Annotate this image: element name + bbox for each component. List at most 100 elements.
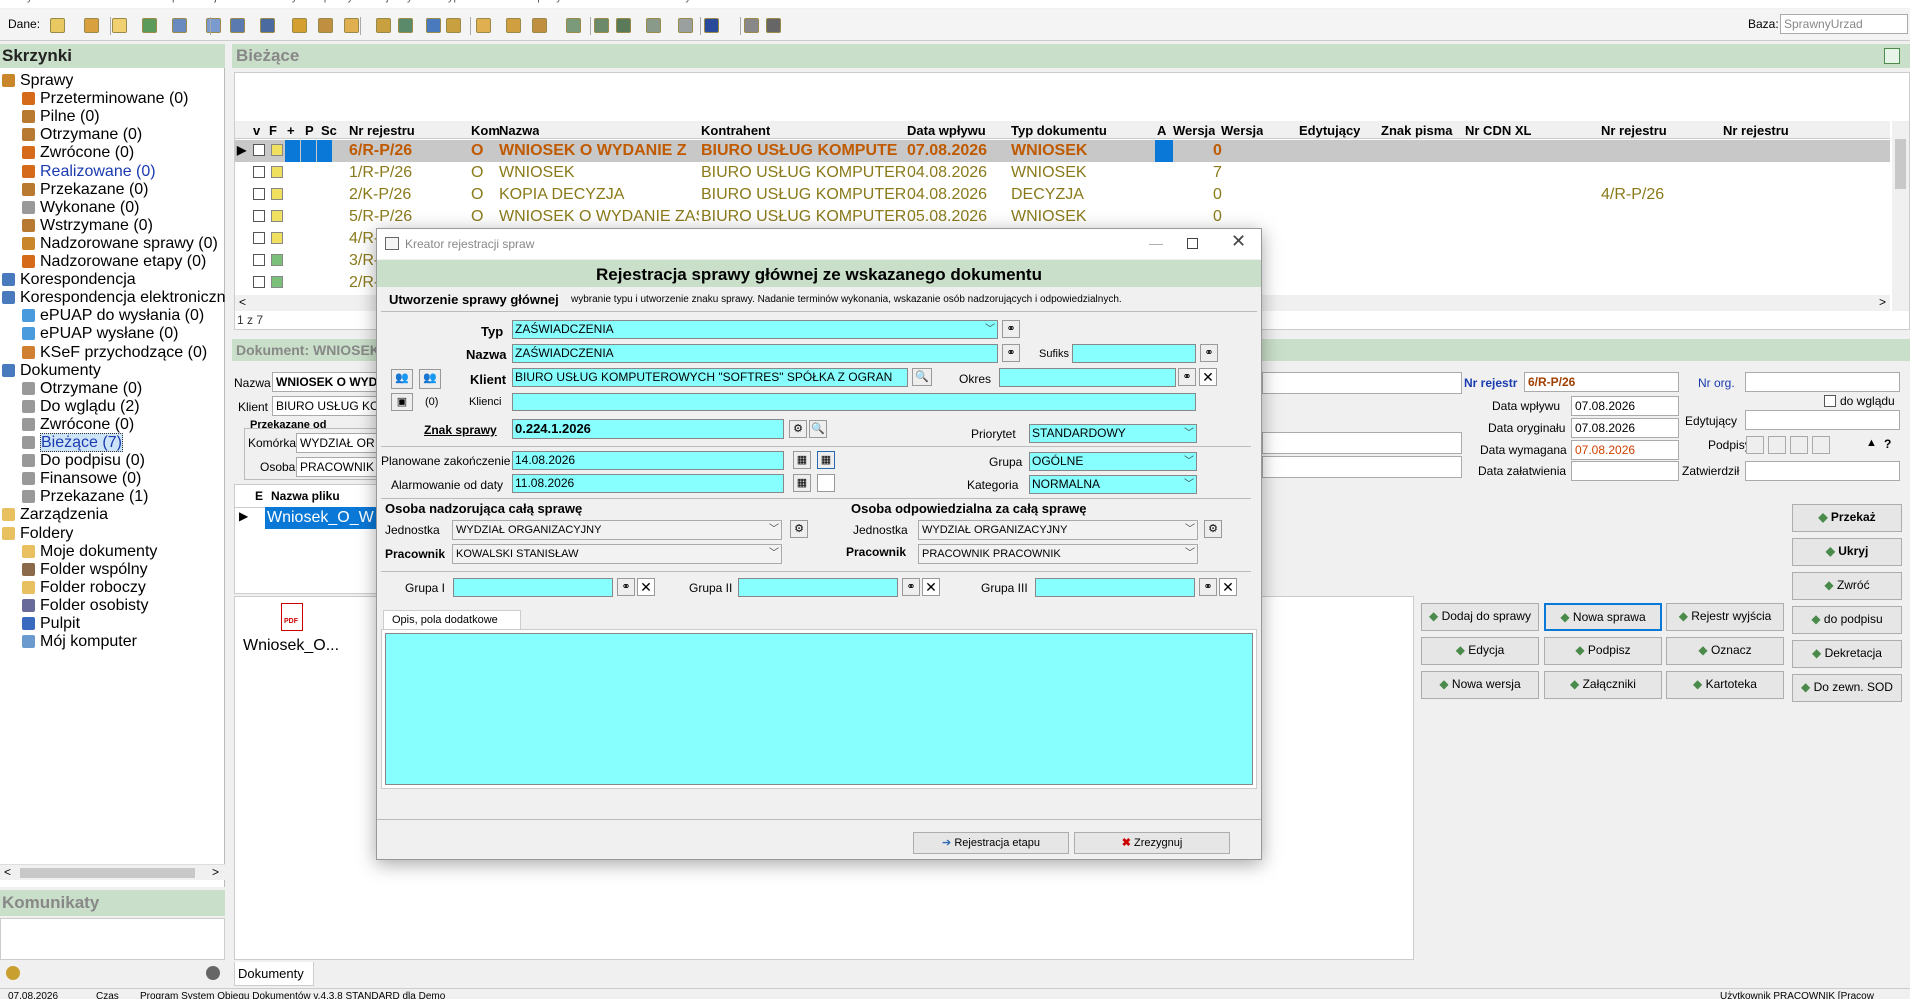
buttons_row3-button-1[interactable]: ◆ Załączniki bbox=[1544, 671, 1662, 699]
grupa3-input[interactable] bbox=[1035, 578, 1195, 597]
close-icon[interactable]: ✕ bbox=[1231, 231, 1246, 252]
table-row[interactable]: ▶ 6/R-P/26 O WNIOSEK O WYDANIE Z BIURO USŁUG… bbox=[235, 140, 1890, 162]
menu-item-1[interactable]: Kontrahenci bbox=[66, 0, 125, 3]
maximize-icon[interactable] bbox=[1187, 238, 1198, 249]
klient-group-icon[interactable]: 👥 bbox=[419, 369, 441, 389]
column-header[interactable]: Kom bbox=[471, 123, 500, 138]
toolbar-button-17[interactable] bbox=[532, 18, 547, 33]
odp-jednostka-select[interactable]: WYDZIAŁ ORGANIZACYJNY ﹀ bbox=[918, 520, 1198, 540]
tab-opis[interactable]: Opis, pola dodatkowe bbox=[383, 610, 521, 630]
edytujacy-input[interactable] bbox=[1745, 410, 1900, 430]
podpis-box-1[interactable] bbox=[1746, 436, 1764, 454]
opis-textarea[interactable] bbox=[385, 633, 1253, 785]
grupa3-clear-icon[interactable]: ✕ bbox=[1219, 578, 1237, 596]
row-checkbox[interactable] bbox=[253, 276, 265, 288]
toolbar-button-24[interactable] bbox=[744, 18, 759, 33]
grupa1-input[interactable] bbox=[453, 578, 613, 597]
zrezygnuj-button[interactable]: ✖ Zrezygnuj bbox=[1074, 832, 1230, 854]
column-header[interactable]: Edytujący bbox=[1299, 123, 1360, 138]
table-row[interactable]: 2/K-P/26 O KOPIA DECYZJA BIURO USŁUG KOMPUT… bbox=[235, 184, 1890, 206]
grid-vscrollbar[interactable] bbox=[1892, 121, 1909, 311]
toolbar-button-6[interactable] bbox=[230, 18, 245, 33]
table-row[interactable]: 1/R-P/26 O WNIOSEK BIURO USŁUG KOMPUTERC 04.… bbox=[235, 162, 1890, 184]
menu-item-11[interactable]: Koniec bbox=[763, 0, 797, 3]
column-header[interactable]: Sc bbox=[321, 123, 337, 138]
column-header[interactable]: Typ dokumentu bbox=[1011, 123, 1107, 138]
tree-item[interactable]: Mój komputer bbox=[22, 631, 137, 653]
row-checkbox[interactable] bbox=[253, 166, 265, 178]
buttons_row1-button-0[interactable]: ◆ Dodaj do sprawy bbox=[1421, 603, 1539, 631]
typ-lookup-icon[interactable]: ⚭ bbox=[1002, 320, 1020, 338]
file-thumb-label[interactable]: Wniosek_O... bbox=[243, 637, 339, 655]
toolbar-button-22[interactable] bbox=[678, 18, 693, 33]
data-wymagana-input[interactable]: 07.08.2026 bbox=[1571, 440, 1679, 460]
doc-extra-input-1[interactable] bbox=[1262, 372, 1462, 394]
odp-pracownik-select[interactable]: PRACOWNIK PRACOWNIK ﹀ bbox=[918, 544, 1198, 564]
column-header[interactable]: Nr rejestru bbox=[1723, 123, 1789, 138]
menu-item-8[interactable]: Słowniki bbox=[581, 0, 621, 3]
minimize-icon[interactable]: — bbox=[1149, 235, 1163, 251]
nadz-pracownik-select[interactable]: KOWALSKI STANISŁAW ﹀ bbox=[452, 544, 782, 564]
grupa2-lookup-icon[interactable]: ⚭ bbox=[902, 578, 920, 596]
typ-select[interactable]: ZAŚWIADCZENIA ﹀ bbox=[512, 320, 998, 339]
buttons_row3-button-2[interactable]: ◆ Kartoteka bbox=[1666, 671, 1784, 699]
toolbar-button-5[interactable] bbox=[206, 18, 221, 33]
klient-input[interactable]: BIURO USŁUG KOMPUTEROWYCH "SOFTRES" SPÓŁ… bbox=[512, 368, 908, 387]
menu-item-2[interactable]: Korespondencja bbox=[143, 0, 223, 3]
side-button-1[interactable]: ◆ Ukryj bbox=[1792, 538, 1902, 566]
podpis-box-3[interactable] bbox=[1790, 436, 1808, 454]
klient-search-icon[interactable]: 🔍 bbox=[912, 368, 932, 386]
column-header[interactable]: + bbox=[287, 123, 295, 138]
column-header[interactable]: F bbox=[269, 123, 277, 138]
toolbar-button-20[interactable] bbox=[616, 18, 631, 33]
column-header[interactable]: Nr rejestru bbox=[349, 123, 415, 138]
menu-item-7[interactable]: Raporty bbox=[523, 0, 562, 3]
side-button-0[interactable]: ◆ Przekaż bbox=[1792, 504, 1902, 532]
okres-clear-icon[interactable]: ✕ bbox=[1199, 368, 1217, 386]
side-button-3[interactable]: ◆ do podpisu bbox=[1792, 606, 1902, 634]
nadz-jednostka-icon[interactable]: ⚙ bbox=[790, 520, 808, 538]
menu-item-5[interactable]: Rejestry bbox=[372, 0, 412, 3]
row-checkbox[interactable] bbox=[253, 210, 265, 222]
sufiks-lookup-icon[interactable]: ⚭ bbox=[1200, 344, 1218, 362]
toolbar-button-10[interactable] bbox=[344, 18, 359, 33]
doc-nazwa-input[interactable]: WNIOSEK O WYD bbox=[272, 372, 382, 392]
column-header[interactable]: Nr rejestru bbox=[1601, 123, 1667, 138]
row-checkbox[interactable] bbox=[253, 188, 265, 200]
grupa3-lookup-icon[interactable]: ⚭ bbox=[1199, 578, 1217, 596]
settings-icon[interactable] bbox=[6, 966, 20, 980]
plan-input[interactable]: 14.08.2026 bbox=[512, 451, 784, 470]
toolbar-button-0[interactable] bbox=[50, 18, 65, 33]
alarm-calendar-icon[interactable]: ▦ bbox=[793, 474, 811, 492]
tab-dokumenty[interactable]: Dokumenty bbox=[234, 962, 314, 986]
komorka-input[interactable]: WYDZIAŁ OR bbox=[296, 433, 384, 453]
buttons_row2-button-0[interactable]: ◆ Edycja bbox=[1421, 637, 1539, 665]
znak-generate-icon[interactable]: ⚙ bbox=[789, 420, 807, 438]
sort-up-icon[interactable]: ▲ bbox=[1866, 437, 1877, 449]
baza-input[interactable]: SprawnyUrzad bbox=[1780, 14, 1908, 34]
podpis-box-2[interactable] bbox=[1768, 436, 1786, 454]
row-checkbox[interactable] bbox=[253, 232, 265, 244]
odp-jednostka-icon[interactable]: ⚙ bbox=[1204, 520, 1222, 538]
menu-item-6[interactable]: Przypomnienia bbox=[431, 0, 504, 3]
data-wplywu-input[interactable]: 07.08.2026 bbox=[1571, 396, 1679, 416]
column-header[interactable]: Znak pisma bbox=[1381, 123, 1453, 138]
toolbar-button-7[interactable] bbox=[260, 18, 275, 33]
column-header[interactable]: P bbox=[305, 123, 314, 138]
doc-klient-input[interactable]: BIURO USŁUG KOM bbox=[272, 396, 382, 416]
zatwierdzil-input[interactable] bbox=[1745, 461, 1900, 481]
menu-item-0[interactable]: Skrzynki bbox=[5, 0, 47, 3]
klienci-input[interactable] bbox=[512, 393, 1196, 411]
data-oryginalu-input[interactable]: 07.08.2026 bbox=[1571, 418, 1679, 438]
grupa1-lookup-icon[interactable]: ⚭ bbox=[617, 578, 635, 596]
plan-calendar-icon[interactable]: ▦ bbox=[793, 451, 811, 469]
toolbar-button-25[interactable] bbox=[766, 18, 781, 33]
okres-lookup-icon[interactable]: ⚭ bbox=[1178, 368, 1196, 386]
buttons_row2-button-1[interactable]: ◆ Podpisz bbox=[1544, 637, 1662, 665]
podpis-box-4[interactable] bbox=[1812, 436, 1830, 454]
sufiks-input[interactable] bbox=[1072, 344, 1196, 363]
toolbar-button-14[interactable] bbox=[446, 18, 461, 33]
column-header[interactable]: v bbox=[253, 123, 260, 138]
alarm-blank-icon[interactable] bbox=[817, 474, 835, 492]
kategoria-select[interactable]: NORMALNA ﹀ bbox=[1029, 475, 1197, 494]
